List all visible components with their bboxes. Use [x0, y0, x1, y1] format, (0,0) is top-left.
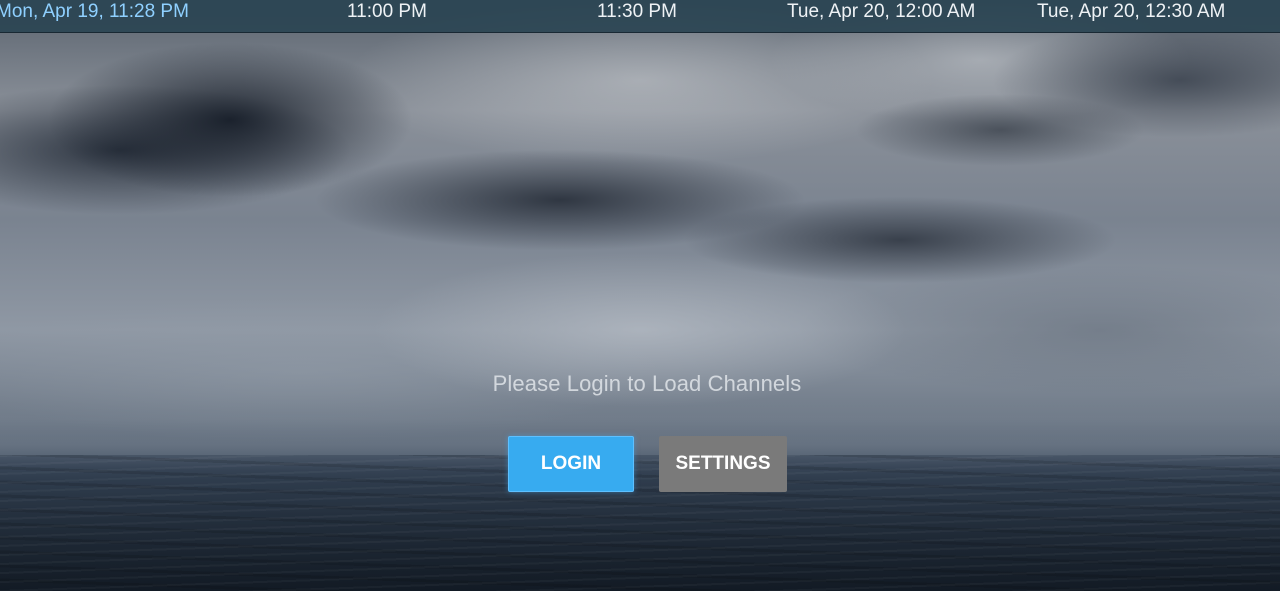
time-slot: Tue, Apr 20, 12:00 AM	[787, 1, 976, 22]
ocean-background	[0, 455, 1280, 591]
current-time: Mon, Apr 19, 11:28 PM	[0, 1, 189, 22]
epg-time-bar: Mon, Apr 19, 11:28 PM 11:00 PM 11:30 PM …	[0, 0, 1280, 33]
settings-button[interactable]: SETTINGS	[659, 436, 787, 492]
time-slot: Tue, Apr 20, 12:30 AM	[1037, 1, 1226, 22]
time-slot: 11:30 PM	[597, 1, 677, 22]
login-prompt-message: Please Login to Load Channels	[492, 371, 802, 396]
login-button[interactable]: LOGIN	[508, 436, 634, 492]
time-slot: 11:00 PM	[347, 1, 427, 22]
tv-guide-screen: Mon, Apr 19, 11:28 PM 11:00 PM 11:30 PM …	[0, 0, 1280, 591]
